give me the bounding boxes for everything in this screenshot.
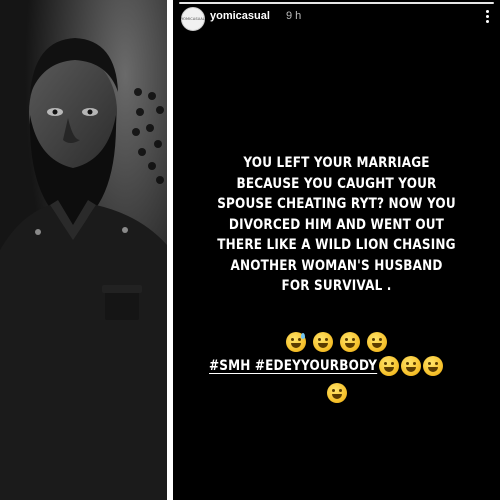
avatar[interactable]: YOMICASUAL [181, 7, 205, 31]
message-line: YOU LEFT YOUR MARRIAGE [243, 155, 430, 171]
message-line: BECAUSE YOU CAUGHT YOUR [236, 175, 437, 192]
message-line: THERE LIKE A WILD LION CHASING [217, 237, 456, 253]
sweat-smile-emoji [285, 331, 306, 352]
story-panel[interactable]: YOMICASUAL yomicasual 9 h YOU LEFT YOUR … [173, 0, 500, 500]
story-message: YOU LEFT YOUR MARRIAGE BECAUSE YOU CAUGH… [203, 153, 470, 297]
portrait-photo [0, 0, 167, 500]
more-vertical-icon[interactable] [482, 6, 492, 26]
trailing-emoji-row [173, 382, 500, 403]
grin-emoji [378, 356, 399, 376]
message-line: FOR SURVIVAL . [281, 278, 392, 294]
emoji-row [173, 331, 500, 352]
hashtags-link[interactable]: #SMH #EDEYYOURBODY [209, 358, 377, 374]
grin-emoji [326, 382, 347, 403]
story-timestamp: 9 h [286, 10, 302, 22]
hashtag-row: #SMH #EDEYYOURBODY [209, 356, 444, 376]
message-line: DIVORCED HIM AND WENT OUT [228, 216, 445, 233]
grin-emoji [422, 356, 443, 376]
grin-emoji [367, 331, 388, 352]
username-link[interactable]: yomicasual [210, 10, 270, 22]
grin-emoji [312, 331, 333, 352]
message-line: ANOTHER WOMAN'S HUSBAND [230, 257, 443, 274]
avatar-logo-text: YOMICASUAL [181, 17, 205, 21]
grin-emoji [400, 356, 421, 376]
grin-emoji [340, 331, 361, 352]
story-progress-bar [179, 2, 494, 4]
message-line: SPOUSE CHEATING RYT? NOW YOU [217, 196, 456, 212]
